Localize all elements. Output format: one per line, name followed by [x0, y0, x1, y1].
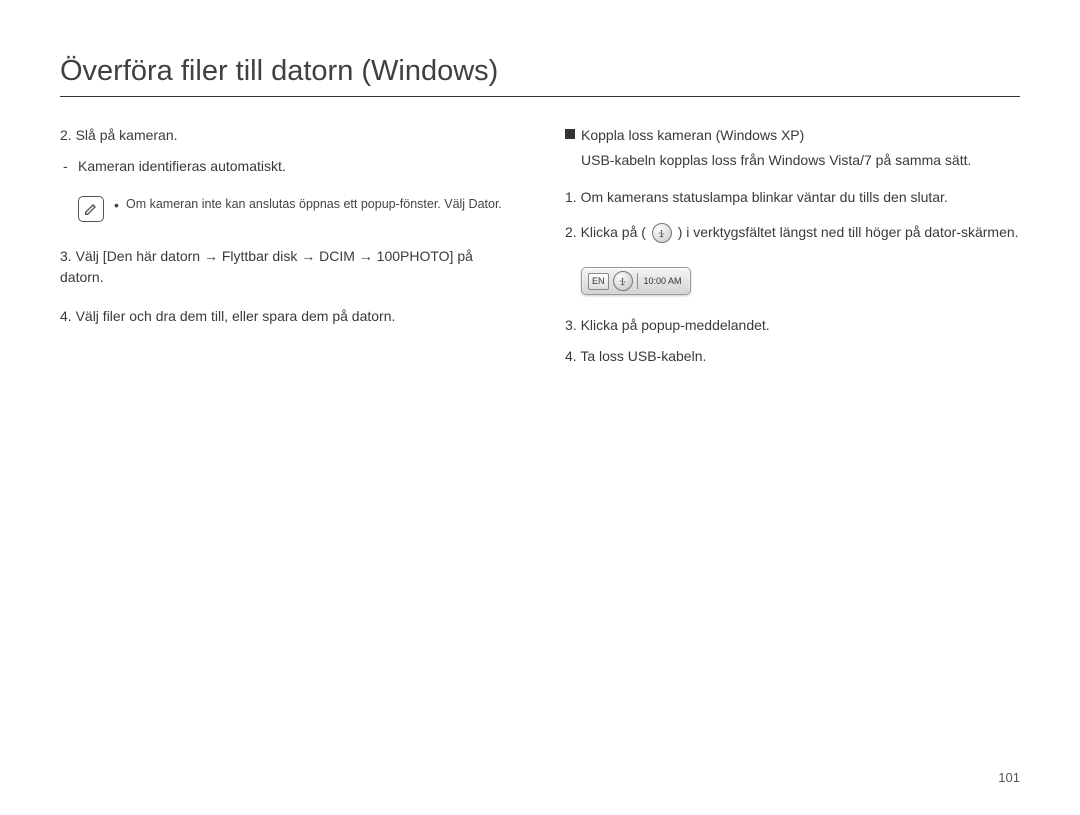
system-tray: EN 10:00 AM: [581, 267, 691, 295]
content-columns: 2. Slå på kameran. Kameran identifieras …: [60, 125, 1020, 377]
systray-language: EN: [588, 273, 609, 291]
systray-time: 10:00 AM: [642, 275, 684, 289]
left-step-2: 2. Slå på kameran.: [60, 125, 515, 146]
note-text: Om kameran inte kan anslutas öppnas ett …: [114, 195, 502, 213]
right-step-3: 3. Klicka på popup-meddelandet.: [565, 315, 1020, 336]
left-step-3: 3. Välj [Den här datorn → Flyttbar disk …: [60, 246, 515, 288]
left-step-2-sub: Kameran identifieras automatiskt.: [60, 156, 515, 177]
left-step-4: 4. Välj filer och dra dem till, eller sp…: [60, 306, 515, 327]
systray-usb-icon: [613, 271, 633, 291]
right-step-2b: ) i verktygsfältet längst ned till höger…: [678, 224, 1019, 240]
note-box: Om kameran inte kan anslutas öppnas ett …: [78, 195, 515, 222]
right-column: Koppla loss kameran (Windows XP) USB-kab…: [565, 125, 1020, 377]
right-step-4: 4. Ta loss USB-kabeln.: [565, 346, 1020, 367]
page-number: 101: [998, 770, 1020, 785]
page-title: Överföra filer till datorn (Windows): [60, 55, 1020, 97]
square-bullet-icon: [565, 129, 575, 139]
right-step-2a: 2. Klicka på (: [565, 224, 646, 240]
usb-eject-icon: [652, 223, 672, 243]
right-step-2: 2. Klicka på ( ) i verktygsfältet längst…: [565, 222, 1020, 243]
left-column: 2. Slå på kameran. Kameran identifieras …: [60, 125, 515, 377]
right-step-1: 1. Om kamerans statuslampa blinkar vänta…: [565, 187, 1020, 208]
right-heading-sub: USB-kabeln kopplas loss från Windows Vis…: [565, 150, 1020, 171]
systray-divider: [637, 273, 638, 289]
note-pencil-icon: [78, 196, 104, 222]
right-heading: Koppla loss kameran (Windows XP): [581, 125, 804, 146]
right-heading-row: Koppla loss kameran (Windows XP): [565, 125, 1020, 146]
